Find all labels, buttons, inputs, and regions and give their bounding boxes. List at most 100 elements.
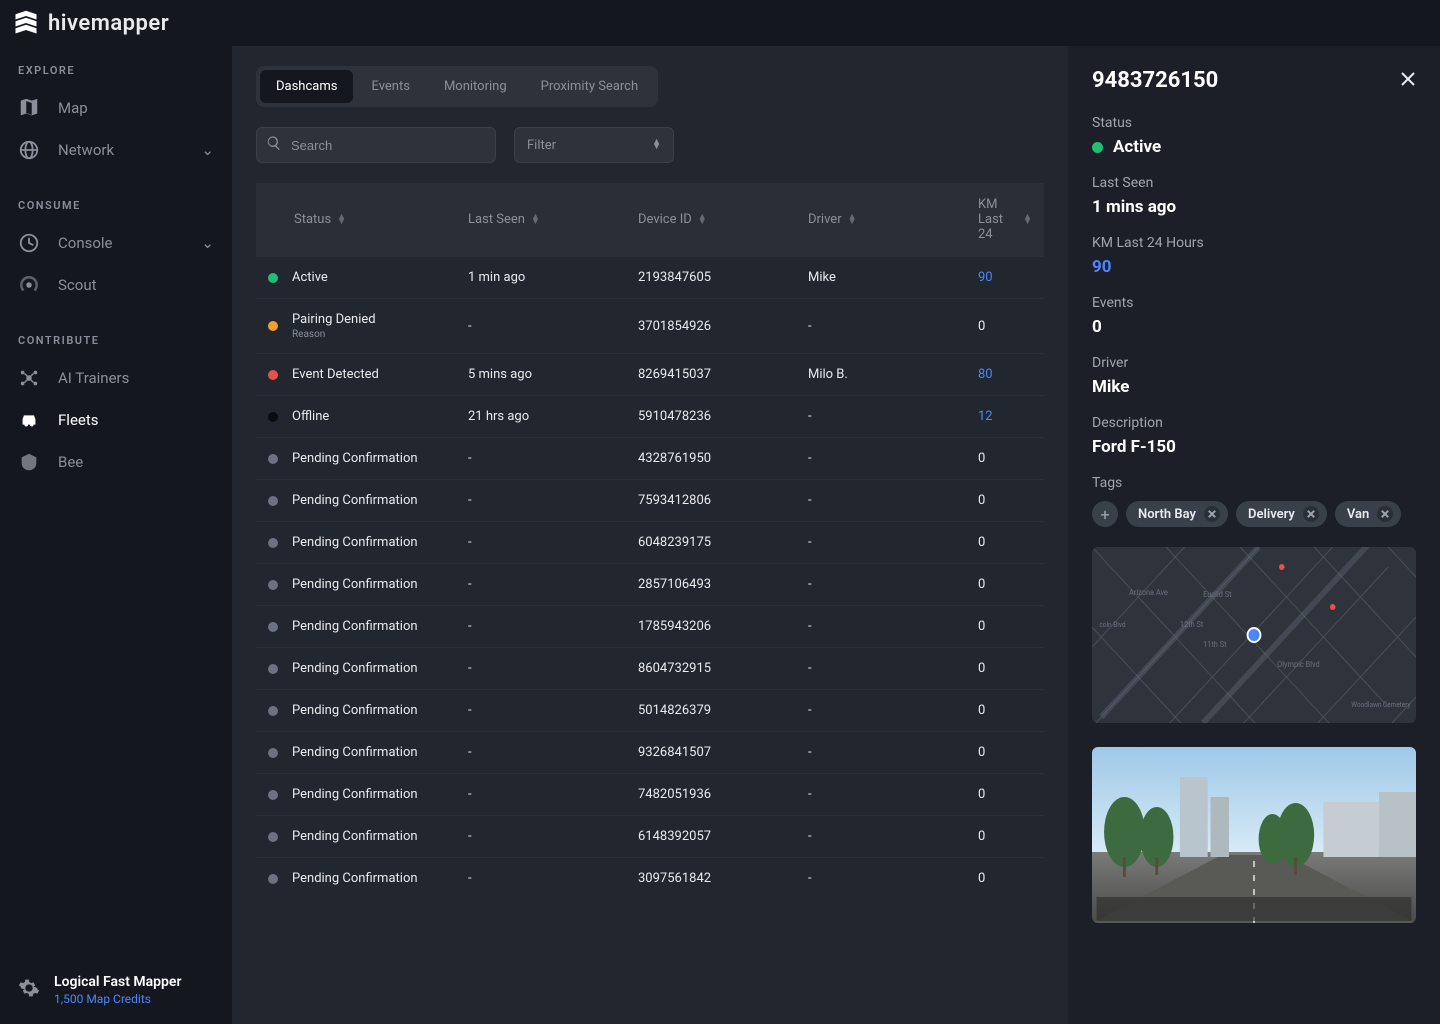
table-row[interactable]: Active1 min ago2193847605Mike90: [256, 257, 1044, 299]
tab-monitoring[interactable]: Monitoring: [428, 70, 523, 103]
device-id-cell: 1785943206: [626, 606, 796, 648]
km-cell: 0: [966, 816, 1044, 858]
status-text: Pending Confirmation: [292, 451, 418, 466]
column-driver[interactable]: Driver▲▼: [796, 183, 966, 257]
km-cell: 0: [966, 564, 1044, 606]
tag-van: Van: [1335, 501, 1401, 527]
camera-thumbnail[interactable]: [1092, 747, 1416, 923]
account-credits[interactable]: 1,500 Map Credits: [54, 992, 181, 1006]
last-seen-cell: -: [456, 816, 626, 858]
map-thumbnail[interactable]: Arizona Ave 12th St 11th St Olympic Blvd…: [1092, 547, 1416, 723]
table-row[interactable]: Pending Confirmation-3097561842-0: [256, 858, 1044, 900]
search-input[interactable]: [256, 127, 496, 163]
km-cell: 0: [966, 774, 1044, 816]
logo[interactable]: hivemapper: [12, 9, 169, 37]
status-text: Offline: [292, 409, 329, 424]
chevron-down-icon: ⌄: [201, 234, 214, 252]
detail-title: 9483726150: [1092, 68, 1218, 93]
sidebar-item-bee[interactable]: Bee: [0, 441, 232, 483]
status-dot-icon: [268, 370, 278, 380]
last-seen-cell: -: [456, 858, 626, 900]
tag-remove-button[interactable]: [1303, 506, 1319, 522]
km-cell: 0: [966, 606, 1044, 648]
sidebar-item-ai-trainers[interactable]: AI Trainers: [0, 357, 232, 399]
table-row[interactable]: Pending Confirmation-4328761950-0: [256, 438, 1044, 480]
table-row[interactable]: Event Detected5 mins ago8269415037Milo B…: [256, 354, 1044, 396]
driver-cell: -: [796, 396, 966, 438]
km-cell: 0: [966, 690, 1044, 732]
column-last-seen[interactable]: Last Seen▲▼: [456, 183, 626, 257]
status-dot-icon: [268, 538, 278, 548]
last-seen-cell: -: [456, 480, 626, 522]
table-row[interactable]: Pending Confirmation-2857106493-0: [256, 564, 1044, 606]
svg-text:Euclid St: Euclid St: [1203, 590, 1232, 599]
device-id-cell: 7482051936: [626, 774, 796, 816]
search-wrap: [256, 127, 496, 163]
map-icon: [18, 97, 40, 119]
table-row[interactable]: Pending Confirmation-6048239175-0: [256, 522, 1044, 564]
status-value: Active: [1092, 137, 1416, 157]
sort-icon: ▲▼: [1023, 215, 1032, 225]
add-tag-button[interactable]: +: [1092, 501, 1118, 527]
close-button[interactable]: [1400, 71, 1416, 91]
table-row[interactable]: Pending Confirmation-6148392057-0: [256, 816, 1044, 858]
sidebar-item-map[interactable]: Map: [0, 87, 232, 129]
svg-text:12th St: 12th St: [1180, 620, 1204, 629]
status-dot-icon: [268, 580, 278, 590]
events-label: Events: [1092, 295, 1416, 311]
driver-value: Mike: [1092, 377, 1416, 397]
events-value: 0: [1092, 317, 1416, 337]
status-text: Pairing Denied: [292, 312, 376, 327]
km-cell: 80: [966, 354, 1044, 396]
table-row[interactable]: Pending Confirmation-8604732915-0: [256, 648, 1044, 690]
km-link[interactable]: 12: [978, 409, 993, 424]
sidebar-item-console[interactable]: Console⌄: [0, 222, 232, 264]
table-row[interactable]: Pending Confirmation-1785943206-0: [256, 606, 1044, 648]
km-value[interactable]: 90: [1092, 257, 1416, 277]
tabs: DashcamsEventsMonitoringProximity Search: [256, 66, 658, 107]
section-label: CONTRIBUTE: [0, 334, 232, 357]
status-sub: Reason: [292, 329, 376, 340]
km-cell: 0: [966, 648, 1044, 690]
last-seen-cell: -: [456, 690, 626, 732]
tab-dashcams[interactable]: Dashcams: [260, 70, 353, 103]
table-row[interactable]: Offline21 hrs ago5910478236-12: [256, 396, 1044, 438]
table-row[interactable]: Pending Confirmation-7482051936-0: [256, 774, 1044, 816]
tag-remove-button[interactable]: [1377, 506, 1393, 522]
last-seen-cell: 21 hrs ago: [456, 396, 626, 438]
svg-text:coln Blvd: coln Blvd: [1099, 621, 1125, 629]
description-label: Description: [1092, 415, 1416, 431]
km-link[interactable]: 80: [978, 367, 993, 382]
sort-icon: ▲▼: [652, 140, 661, 150]
column-status[interactable]: Status▲▼: [256, 183, 456, 257]
table-row[interactable]: Pending Confirmation-7593412806-0: [256, 480, 1044, 522]
km-link[interactable]: 90: [978, 270, 993, 285]
column-km-last-24[interactable]: KM Last 24▲▼: [966, 183, 1044, 257]
table-row[interactable]: Pending Confirmation-9326841507-0: [256, 732, 1044, 774]
description-value: Ford F-150: [1092, 437, 1416, 457]
sidebar-item-network[interactable]: Network⌄: [0, 129, 232, 171]
status-text: Active: [292, 270, 328, 285]
sidebar-item-fleets[interactable]: Fleets: [0, 399, 232, 441]
status-dot-icon: [268, 790, 278, 800]
svg-text:Olympic Blvd: Olympic Blvd: [1277, 660, 1320, 669]
tab-events[interactable]: Events: [355, 70, 425, 103]
svg-text:Woodlawn Cemetery: Woodlawn Cemetery: [1351, 701, 1411, 709]
tab-proximity-search[interactable]: Proximity Search: [525, 70, 655, 103]
table-row[interactable]: Pairing DeniedReason-3701854926-0: [256, 299, 1044, 354]
column-device-id[interactable]: Device ID▲▼: [626, 183, 796, 257]
sidebar-item-scout[interactable]: Scout: [0, 264, 232, 306]
topbar: hivemapper: [0, 0, 1440, 46]
driver-cell: Mike: [796, 257, 966, 299]
logo-text: hivemapper: [48, 11, 169, 36]
status-dot-icon: [268, 412, 278, 422]
tag-remove-button[interactable]: [1204, 506, 1220, 522]
table-row[interactable]: Pending Confirmation-5014826379-0: [256, 690, 1044, 732]
last-seen-cell: -: [456, 774, 626, 816]
status-dot-icon: [268, 496, 278, 506]
km-cell: 0: [966, 299, 1044, 354]
sidebar-footer[interactable]: Logical Fast Mapper 1,500 Map Credits: [0, 960, 232, 1024]
filter-select[interactable]: Filter ▲▼: [514, 127, 674, 163]
status-dot-icon: [268, 706, 278, 716]
gear-icon[interactable]: [18, 977, 40, 1003]
